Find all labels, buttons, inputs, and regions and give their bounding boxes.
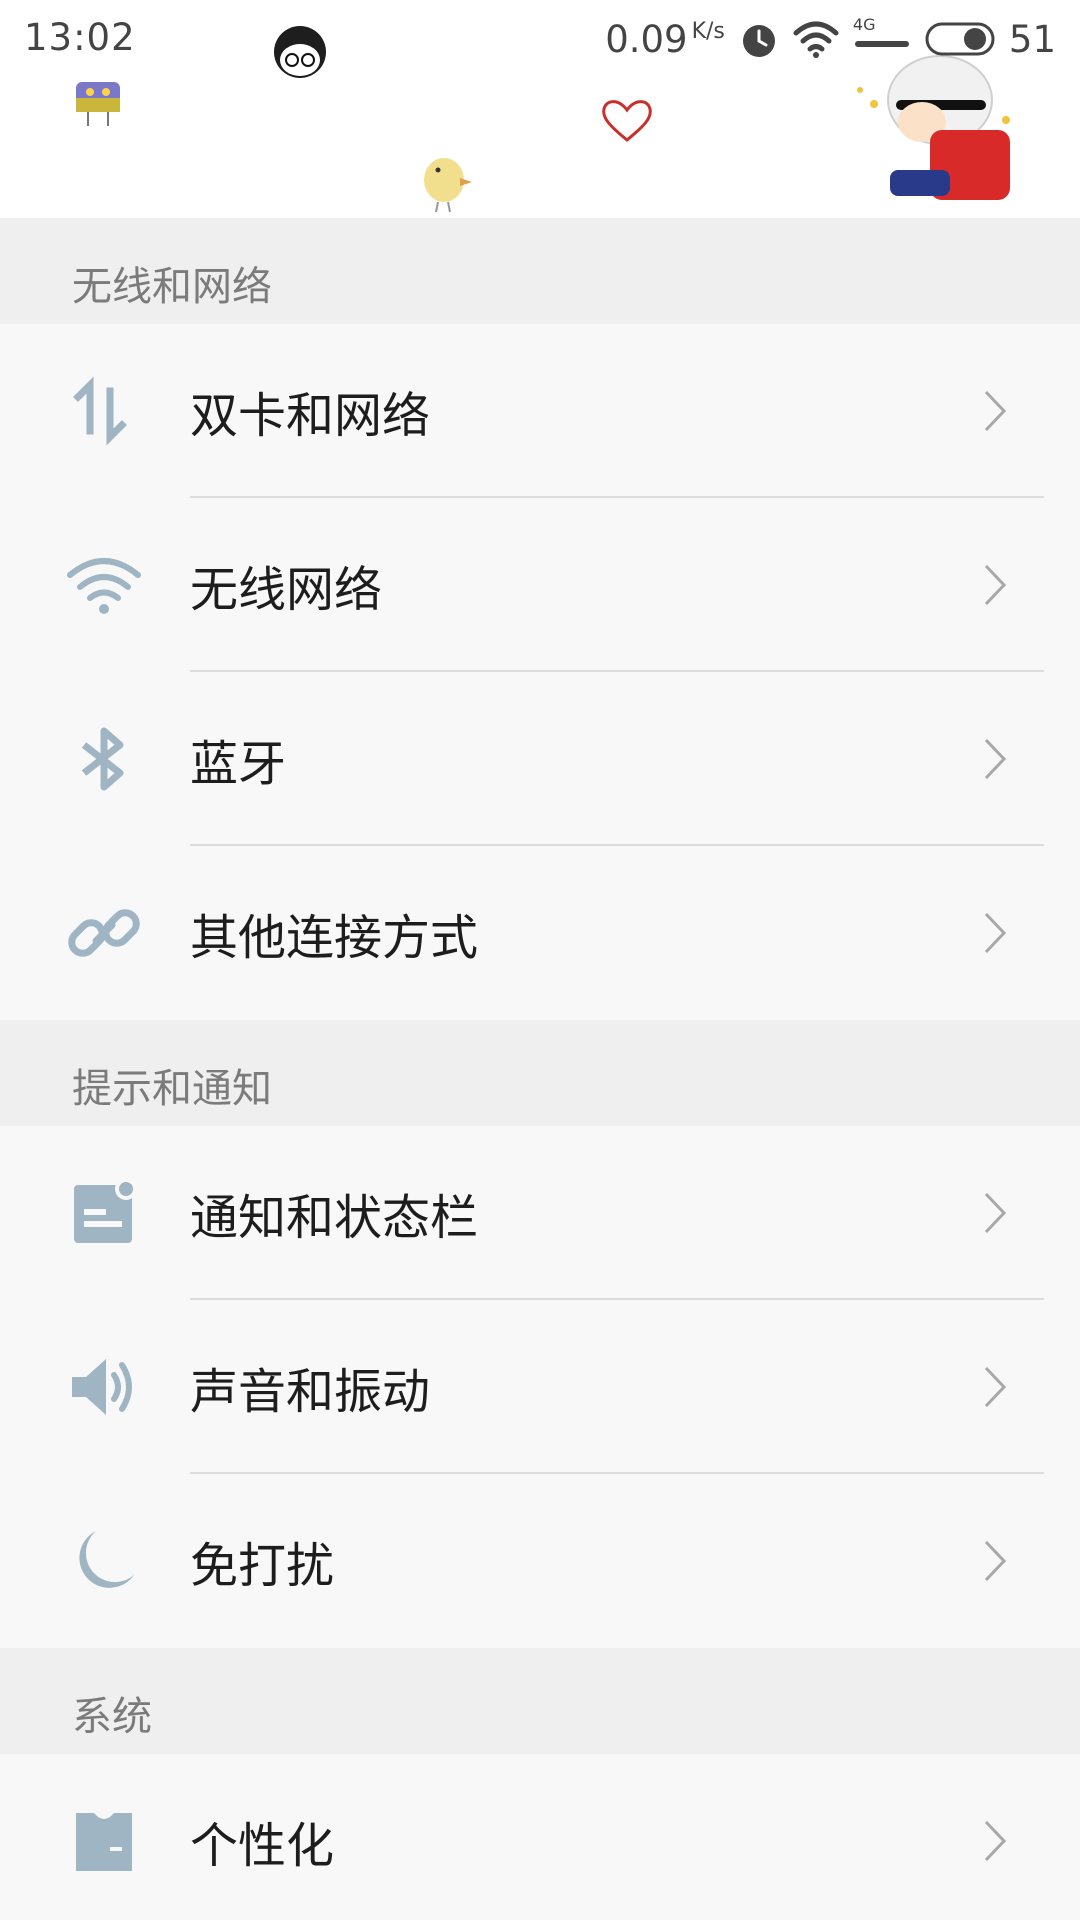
chevron-right-icon [984, 1540, 1007, 1582]
dual-sim-data-icon [73, 376, 127, 446]
sticker-face-icon [274, 26, 326, 78]
section-title: 系统 [72, 1694, 152, 1740]
network-speed-value: 0.09 [605, 17, 688, 61]
settings-item-label: 免打扰 [190, 1538, 335, 1594]
chevron-right-icon [984, 912, 1007, 954]
settings-item-label: 双卡和网络 [190, 388, 431, 444]
status-indicators: 0.09 K/s 4G 51 [605, 14, 1056, 64]
settings-item-other-connections[interactable]: 其他连接方式 [0, 846, 1080, 1020]
sticker-robot-icon [76, 82, 120, 126]
moon-icon [79, 1531, 134, 1588]
chevron-right-icon [984, 1366, 1007, 1408]
chevron-right-icon [984, 1820, 1007, 1862]
network-type: 4G [852, 15, 876, 34]
chevron-right-icon [984, 738, 1007, 780]
bluetooth-icon [81, 727, 124, 791]
alarm-icon [742, 25, 775, 57]
wifi-status-icon [793, 21, 839, 58]
settings-item-personalization[interactable]: 个性化 [0, 1754, 1080, 1920]
sticker-heart-icon [602, 100, 652, 142]
chevron-right-icon [984, 390, 1007, 432]
settings-item-do-not-disturb[interactable]: 免打扰 [0, 1474, 1080, 1648]
wifi-icon [67, 558, 141, 614]
section-header-notifications: 提示和通知 [0, 1020, 1080, 1126]
settings-item-notification-bar[interactable]: 通知和状态栏 [0, 1126, 1080, 1300]
settings-item-bluetooth[interactable]: 蓝牙 [0, 672, 1080, 846]
section-title: 无线和网络 [72, 264, 272, 310]
battery-toggle-icon [925, 22, 995, 56]
speaker-icon [72, 1359, 132, 1415]
settings-item-dual-sim[interactable]: 双卡和网络 [0, 324, 1080, 498]
settings-item-label: 其他连接方式 [190, 910, 479, 966]
settings-screen: 13:02 0.09 K/s 4G 51 无线和网络 双卡和网络 无线网络 蓝牙… [0, 0, 1080, 1920]
settings-item-wifi[interactable]: 无线网络 [0, 498, 1080, 672]
settings-item-label: 声音和振动 [190, 1364, 431, 1420]
settings-item-label: 蓝牙 [190, 736, 287, 792]
settings-item-label: 通知和状态栏 [190, 1190, 479, 1246]
settings-item-sound-vibration[interactable]: 声音和振动 [0, 1300, 1080, 1474]
battery-level: 51 [1008, 17, 1056, 61]
cellular-signal: 4G [853, 15, 911, 59]
settings-item-label: 个性化 [190, 1818, 335, 1874]
chevron-right-icon [984, 564, 1007, 606]
network-speed: 0.09 K/s [605, 18, 725, 61]
network-speed-unit: K/s [691, 19, 725, 45]
section-header-system: 系统 [0, 1648, 1080, 1754]
sticker-bird-icon [424, 158, 472, 213]
section-header-wireless: 无线和网络 [0, 218, 1080, 324]
notification-icon [74, 1178, 137, 1243]
tshirt-icon [76, 1813, 132, 1871]
section-title: 提示和通知 [72, 1066, 272, 1112]
chevron-right-icon [984, 1192, 1007, 1234]
status-time: 13:02 [24, 16, 136, 59]
settings-item-label: 无线网络 [190, 562, 383, 618]
link-icon [68, 909, 140, 957]
status-bar: 13:02 0.09 K/s 4G 51 [0, 0, 1080, 218]
